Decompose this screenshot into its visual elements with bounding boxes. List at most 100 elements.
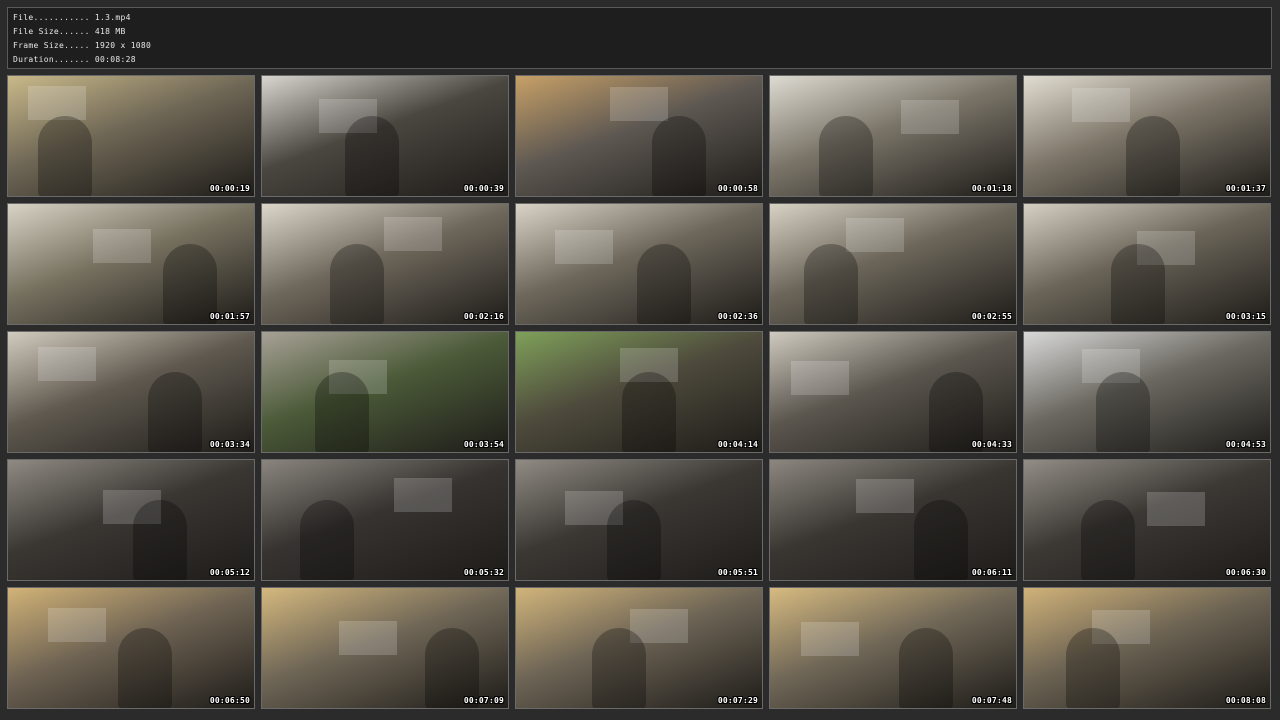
scene-window: [555, 230, 613, 264]
scene-figure: [345, 116, 399, 196]
thumbnail-timestamp: 00:02:16: [463, 312, 504, 321]
thumbnail-frame: [8, 204, 254, 324]
video-thumbnail[interactable]: 00:05:12: [7, 459, 255, 581]
thumbnail-timestamp: 00:04:53: [1225, 440, 1266, 449]
thumbnail-timestamp: 00:07:09: [463, 696, 504, 705]
scene-window: [791, 361, 849, 395]
scene-figure: [592, 628, 646, 708]
thumbnail-timestamp: 00:05:12: [209, 568, 250, 577]
duration-line: Duration....... 00:08:28: [13, 53, 1266, 67]
scene-figure: [300, 500, 354, 580]
duration-label: Duration.......: [13, 55, 90, 64]
frame-size-value: 1920 x 1080: [94, 41, 152, 50]
video-thumbnail[interactable]: 00:02:16: [261, 203, 509, 325]
video-thumbnail[interactable]: 00:06:11: [769, 459, 1017, 581]
scene-figure: [38, 116, 92, 196]
scene-window: [846, 218, 904, 252]
scene-figure: [1081, 500, 1135, 580]
thumbnail-timestamp: 00:01:37: [1225, 184, 1266, 193]
thumbnail-timestamp: 00:04:14: [717, 440, 758, 449]
scene-figure: [1096, 372, 1150, 452]
video-thumbnail[interactable]: 00:07:09: [261, 587, 509, 709]
thumbnail-timestamp: 00:06:30: [1225, 568, 1266, 577]
thumbnail-timestamp: 00:07:29: [717, 696, 758, 705]
scene-window: [394, 478, 452, 512]
scene-window: [901, 100, 959, 134]
scene-window: [93, 229, 151, 263]
thumbnail-frame: [262, 460, 508, 580]
scene-figure: [607, 500, 661, 580]
scene-window: [384, 217, 442, 251]
scene-window: [339, 621, 397, 655]
scene-window: [48, 608, 106, 642]
duration-value: 00:08:28: [94, 55, 136, 64]
thumbnail-timestamp: 00:03:54: [463, 440, 504, 449]
thumbnail-timestamp: 00:01:18: [971, 184, 1012, 193]
thumbnail-timestamp: 00:00:19: [209, 184, 250, 193]
file-size-line: File Size...... 418 MB: [13, 25, 1266, 39]
video-thumbnail[interactable]: 00:01:57: [7, 203, 255, 325]
scene-figure: [804, 244, 858, 324]
frame-size-line: Frame Size..... 1920 x 1080: [13, 39, 1266, 53]
thumbnail-timestamp: 00:02:36: [717, 312, 758, 321]
thumbnail-timestamp: 00:03:34: [209, 440, 250, 449]
file-name-value: 1.3.mp4: [94, 13, 131, 22]
thumbnail-timestamp: 00:06:50: [209, 696, 250, 705]
scene-figure: [1111, 244, 1165, 324]
thumbnail-grid: 00:00:19 00:00:39 00:00:58 00:01:18 00:01:37…: [7, 75, 1272, 711]
scene-figure: [637, 244, 691, 324]
scene-window: [610, 87, 668, 121]
video-thumbnail[interactable]: 00:05:32: [261, 459, 509, 581]
thumbnail-timestamp: 00:04:33: [971, 440, 1012, 449]
video-thumbnail[interactable]: 00:01:18: [769, 75, 1017, 197]
thumbnail-timestamp: 00:08:08: [1225, 696, 1266, 705]
scene-figure: [148, 372, 202, 452]
scene-figure: [899, 628, 953, 708]
scene-window: [801, 622, 859, 656]
video-thumbnail[interactable]: 00:04:53: [1023, 331, 1271, 453]
scene-figure: [330, 244, 384, 324]
video-thumbnail[interactable]: 00:07:48: [769, 587, 1017, 709]
scene-figure: [1126, 116, 1180, 196]
thumbnail-timestamp: 00:07:48: [971, 696, 1012, 705]
video-thumbnail[interactable]: 00:08:08: [1023, 587, 1271, 709]
video-info-panel: File........... 1.3.mp4 File Size...... …: [7, 7, 1272, 69]
thumbnail-timestamp: 00:06:11: [971, 568, 1012, 577]
scene-figure: [652, 116, 706, 196]
thumbnail-timestamp: 00:00:58: [717, 184, 758, 193]
video-thumbnail[interactable]: 00:04:14: [515, 331, 763, 453]
thumbnail-timestamp: 00:05:32: [463, 568, 504, 577]
thumbnail-timestamp: 00:02:55: [971, 312, 1012, 321]
video-thumbnail[interactable]: 00:03:54: [261, 331, 509, 453]
video-thumbnail[interactable]: 00:05:51: [515, 459, 763, 581]
file-size-value: 418 MB: [94, 27, 126, 36]
scene-figure: [315, 372, 369, 452]
thumbnail-timestamp: 00:03:15: [1225, 312, 1266, 321]
video-thumbnail[interactable]: 00:02:55: [769, 203, 1017, 325]
thumbnail-timestamp: 00:00:39: [463, 184, 504, 193]
video-thumbnail[interactable]: 00:03:15: [1023, 203, 1271, 325]
video-thumbnail[interactable]: 00:03:34: [7, 331, 255, 453]
scene-figure: [622, 372, 676, 452]
scene-window: [28, 86, 86, 120]
video-thumbnail[interactable]: 00:06:50: [7, 587, 255, 709]
file-name-line: File........... 1.3.mp4: [13, 11, 1266, 25]
video-thumbnail[interactable]: 00:06:30: [1023, 459, 1271, 581]
video-thumbnail[interactable]: 00:01:37: [1023, 75, 1271, 197]
video-thumbnail[interactable]: 00:00:39: [261, 75, 509, 197]
video-thumbnail[interactable]: 00:00:58: [515, 75, 763, 197]
video-thumbnail[interactable]: 00:00:19: [7, 75, 255, 197]
scene-window: [856, 479, 914, 513]
video-thumbnail[interactable]: 00:02:36: [515, 203, 763, 325]
thumbnail-frame: [1024, 588, 1270, 708]
file-name-label: File...........: [13, 13, 90, 22]
scene-window: [1147, 492, 1205, 526]
scene-figure: [819, 116, 873, 196]
scene-window: [1072, 88, 1130, 122]
video-thumbnail[interactable]: 00:07:29: [515, 587, 763, 709]
video-thumbnail[interactable]: 00:04:33: [769, 331, 1017, 453]
scene-figure: [133, 500, 187, 580]
thumbnail-frame: [770, 460, 1016, 580]
frame-size-label: Frame Size.....: [13, 41, 90, 50]
thumbnail-timestamp: 00:05:51: [717, 568, 758, 577]
